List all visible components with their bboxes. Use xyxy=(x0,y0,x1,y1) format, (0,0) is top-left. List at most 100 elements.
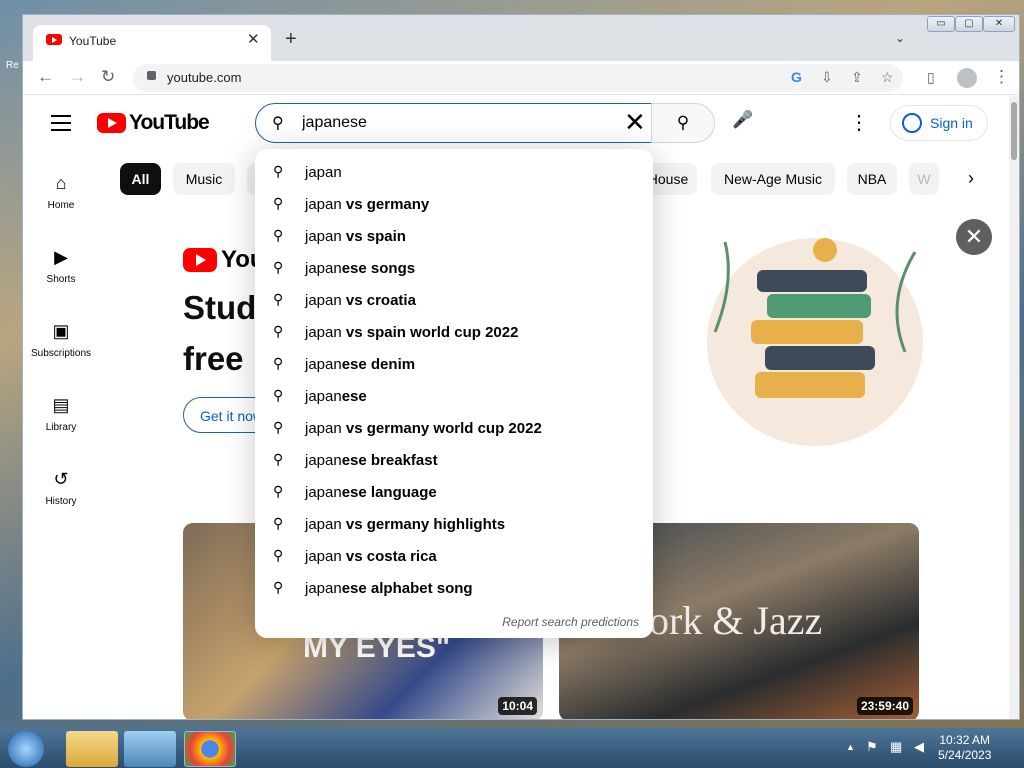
search-input[interactable] xyxy=(302,112,602,134)
video-duration: 23:59:40 xyxy=(856,697,913,715)
chrome-menu-icon[interactable]: ⋮ xyxy=(993,67,1010,87)
browser-window: YouTube ✕ + ⌄ ▭ ▢ ✕ ← → ↻ youtube.com G … xyxy=(22,14,1020,720)
search-button[interactable]: ⚲ xyxy=(651,103,715,143)
side-panel-icon[interactable]: ▯ xyxy=(927,69,935,86)
windows-taskbar: ▲ ⚑ ▦ ◀ 10:32 AM 5/24/2023 xyxy=(0,728,1024,768)
page-scrollbar[interactable] xyxy=(1009,96,1019,719)
search-icon: ⚲ xyxy=(273,323,284,339)
voice-search-icon[interactable]: 🎤 xyxy=(729,110,757,138)
suggestion-item[interactable]: ⚲ japanese xyxy=(255,380,653,412)
chip-all[interactable]: All xyxy=(120,163,161,195)
account-circle-icon xyxy=(902,113,922,133)
youtube-page: YouTube ⚲ ✕ ⚲ 🎤 ⋮ Sign in All Music Hous… xyxy=(23,96,1009,719)
chip-new-age-music[interactable]: New-Age Music xyxy=(711,163,835,195)
reload-button[interactable]: ↻ xyxy=(101,67,115,87)
sign-in-button[interactable]: Sign in xyxy=(890,105,988,141)
share-icon[interactable]: ⇪ xyxy=(851,69,863,86)
search-icon: ⚲ xyxy=(273,355,284,371)
search-box[interactable]: ⚲ ✕ xyxy=(255,103,652,143)
youtube-logo-text[interactable]: YouTube xyxy=(129,111,210,135)
sidebar-item-home[interactable]: ⌂ Home xyxy=(23,172,99,211)
report-predictions-link[interactable]: Report search predictions xyxy=(502,615,639,629)
show-hidden-icons-icon[interactable]: ▲ xyxy=(846,742,855,752)
sidebar-item-history[interactable]: ↺ History xyxy=(23,468,99,507)
action-center-flag-icon[interactable]: ⚑ xyxy=(866,739,878,755)
tab-search-chevron-icon[interactable]: ⌄ xyxy=(895,31,905,45)
suggestion-item[interactable]: ⚲ japanese breakfast xyxy=(255,444,653,476)
browser-toolbar: ← → ↻ youtube.com G ⇩ ⇪ ☆ ▯ ⋮ xyxy=(23,61,1019,95)
bookmark-star-icon[interactable]: ☆ xyxy=(881,69,894,86)
suggestion-item[interactable]: ⚲ japan vs croatia xyxy=(255,284,653,316)
suggestion-item[interactable]: ⚲ japan vs spain xyxy=(255,220,653,252)
youtube-favicon-icon xyxy=(46,34,62,45)
new-tab-button[interactable]: + xyxy=(285,28,297,51)
suggestion-item[interactable]: ⚲ japanese alphabet song xyxy=(255,572,653,604)
desktop-icon-label: Re xyxy=(6,60,19,71)
volume-muted-icon[interactable]: ◀ xyxy=(914,739,924,755)
sidebar-item-library[interactable]: ▤ Library xyxy=(23,394,99,433)
profile-avatar-icon[interactable] xyxy=(957,68,977,88)
install-app-icon[interactable]: ⇩ xyxy=(821,69,833,86)
library-icon: ▤ xyxy=(52,395,70,415)
back-button[interactable]: ← xyxy=(37,67,54,87)
settings-more-icon[interactable]: ⋮ xyxy=(849,110,869,135)
suggestion-item[interactable]: ⚲ japanese songs xyxy=(255,252,653,284)
suggestion-item[interactable]: ⚲ japan vs germany world cup 2022 xyxy=(255,412,653,444)
sidebar-item-shorts[interactable]: ▶ Shorts xyxy=(23,246,99,285)
suggestion-item[interactable]: ⚲ japan xyxy=(255,156,653,188)
google-lens-icon[interactable]: G xyxy=(791,69,802,85)
chip-music[interactable]: Music xyxy=(173,163,235,195)
minimize-button[interactable]: ▭ xyxy=(927,16,955,32)
thumbnail-text: ork & Jazz xyxy=(649,598,823,643)
video-duration: 10:04 xyxy=(498,697,537,715)
clear-search-icon[interactable]: ✕ xyxy=(624,107,646,138)
file-explorer-icon[interactable] xyxy=(66,731,118,767)
tab-title: YouTube xyxy=(69,34,117,48)
search-icon: ⚲ xyxy=(273,515,284,531)
chip-partial[interactable]: W xyxy=(909,163,939,195)
search-icon: ⚲ xyxy=(273,451,284,467)
search-icon: ⚲ xyxy=(676,113,690,132)
chips-next-chevron-icon[interactable]: › xyxy=(968,168,974,189)
chip-nba[interactable]: NBA xyxy=(847,163,897,195)
close-window-button[interactable]: ✕ xyxy=(983,16,1015,32)
search-icon: ⚲ xyxy=(272,115,284,132)
suggestion-item[interactable]: ⚲ japan vs spain world cup 2022 xyxy=(255,316,653,348)
history-icon: ↺ xyxy=(53,469,69,489)
clock-time: 10:32 AM xyxy=(939,733,991,747)
media-player-icon[interactable] xyxy=(124,731,176,767)
tab-youtube[interactable]: YouTube ✕ xyxy=(33,25,271,61)
sidebar-item-label: Shorts xyxy=(46,274,76,285)
address-bar[interactable]: youtube.com G ⇩ ⇪ ☆ xyxy=(133,64,903,92)
tab-close-icon[interactable]: ✕ xyxy=(247,30,260,48)
sign-in-label: Sign in xyxy=(930,115,973,131)
hamburger-menu-icon[interactable] xyxy=(51,115,71,131)
suggestion-item[interactable]: ⚲ japanese denim xyxy=(255,348,653,380)
promo-headline-line1: Stud xyxy=(183,289,257,326)
home-icon: ⌂ xyxy=(55,173,67,193)
search-icon: ⚲ xyxy=(273,195,284,211)
url-text: youtube.com xyxy=(167,70,242,85)
suggestion-item[interactable]: ⚲ japan vs germany xyxy=(255,188,653,220)
subscriptions-icon: ▣ xyxy=(52,321,70,341)
chrome-taskbar-icon[interactable] xyxy=(184,731,236,767)
sidebar-item-label: Subscriptions xyxy=(30,348,92,359)
sidebar-item-subscriptions[interactable]: ▣ Subscriptions xyxy=(23,320,99,359)
maximize-button[interactable]: ▢ xyxy=(955,16,983,32)
promo-youtube-logo-icon xyxy=(183,248,217,272)
scrollbar-thumb[interactable] xyxy=(1011,102,1017,160)
start-button-icon[interactable] xyxy=(8,731,44,767)
suggestion-item[interactable]: ⚲ japanese language xyxy=(255,476,653,508)
tab-strip: YouTube ✕ + ⌄ ▭ ▢ ✕ xyxy=(23,15,1019,61)
youtube-logo-icon[interactable] xyxy=(97,113,126,133)
clock-date: 5/24/2023 xyxy=(938,748,992,762)
search-icon: ⚲ xyxy=(273,163,284,179)
suggestion-item[interactable]: ⚲ japan vs germany highlights xyxy=(255,508,653,540)
network-icon[interactable]: ▦ xyxy=(890,739,902,755)
suggestion-item[interactable]: ⚲ japan vs costa rica xyxy=(255,540,653,572)
forward-button[interactable]: → xyxy=(69,67,86,87)
system-clock[interactable]: 10:32 AM 5/24/2023 xyxy=(938,733,991,763)
search-icon: ⚲ xyxy=(273,291,284,307)
promo-dismiss-button[interactable]: ✕ xyxy=(956,219,992,255)
shorts-icon: ▶ xyxy=(54,247,68,267)
